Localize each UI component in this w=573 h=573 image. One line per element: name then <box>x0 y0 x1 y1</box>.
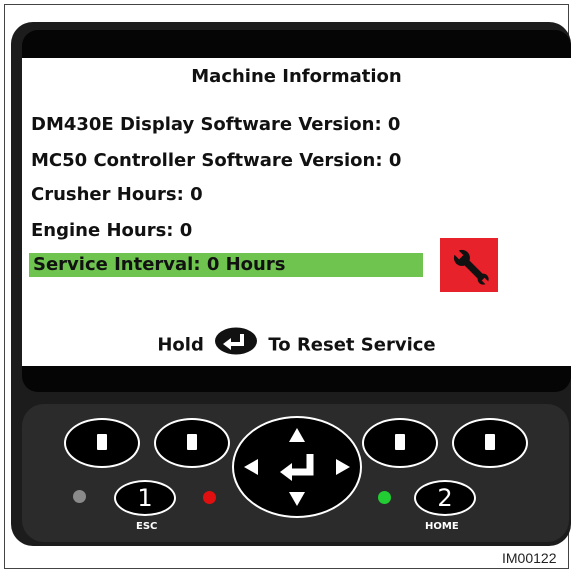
service-interval-row[interactable]: Service Interval: 0 Hours <box>29 253 423 277</box>
softkey-2-mark <box>187 434 197 450</box>
down-arrow-icon <box>289 492 305 506</box>
esc-button[interactable]: 1 <box>114 480 176 516</box>
softkey-4-mark <box>485 434 495 450</box>
screen-title: Machine Information <box>191 66 402 87</box>
status-led-grey <box>73 490 86 503</box>
softkey-3-mark <box>395 434 405 450</box>
service-interval-text: Service Interval: 0 Hours <box>33 254 286 275</box>
hold-text: Hold <box>157 334 204 356</box>
up-arrow-icon <box>289 428 305 442</box>
enter-key-icon <box>214 327 258 360</box>
home-label: HOME <box>425 521 459 532</box>
navigation-pad[interactable] <box>232 416 362 518</box>
softkey-1[interactable] <box>64 418 140 468</box>
screen-bezel-bottom <box>22 366 571 392</box>
wrench-icon <box>440 238 498 292</box>
softkey-2[interactable] <box>154 418 230 468</box>
right-arrow-icon <box>336 459 350 475</box>
image-reference-code: IM00122 <box>502 550 557 566</box>
softkey-1-mark <box>97 434 107 450</box>
reset-service-text: To Reset Service <box>268 334 436 356</box>
engine-hours: Engine Hours: 0 <box>31 220 193 241</box>
enter-icon <box>280 454 314 481</box>
crusher-hours: Crusher Hours: 0 <box>31 184 203 205</box>
esc-label: ESC <box>136 521 158 532</box>
softkey-4[interactable] <box>452 418 528 468</box>
status-led-green <box>378 491 391 504</box>
display-software-version: DM430E Display Software Version: 0 <box>31 114 401 135</box>
reset-service-instruction: Hold To Reset Service <box>22 327 571 362</box>
left-arrow-icon <box>244 459 258 475</box>
lcd-screen: Machine Information DM430E Display Softw… <box>22 58 571 366</box>
status-led-red <box>203 491 216 504</box>
home-button[interactable]: 2 <box>414 480 476 516</box>
controller-software-version: MC50 Controller Software Version: 0 <box>31 150 402 171</box>
softkey-3[interactable] <box>362 418 438 468</box>
